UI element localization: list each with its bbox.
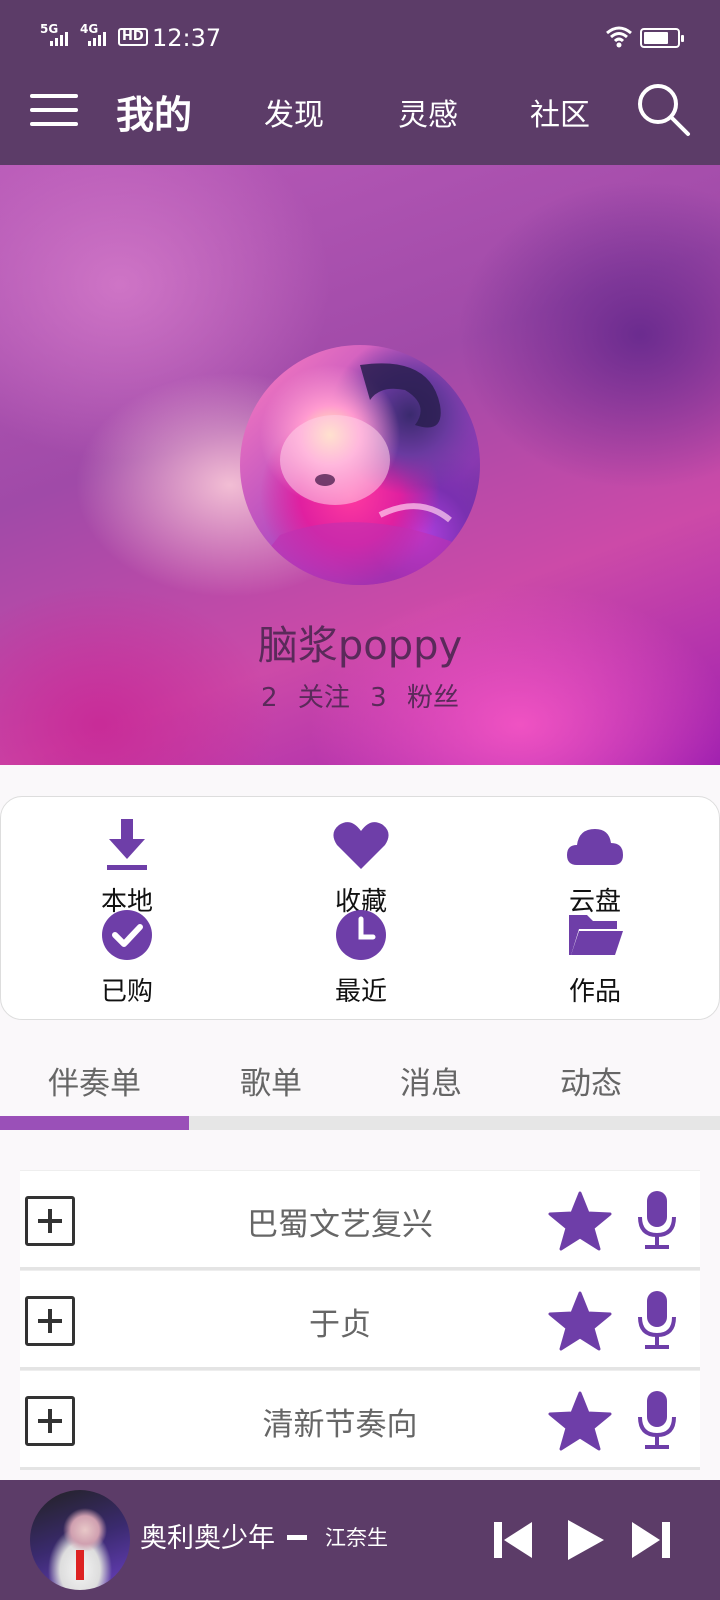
quick-cloud[interactable]: 云盘 [535, 817, 655, 918]
add-icon[interactable] [25, 1296, 75, 1346]
list-item-title[interactable]: 清新节奏向 [120, 1399, 560, 1444]
nav-tab-discover[interactable]: 发现 [264, 90, 324, 134]
quick-recent-label: 最近 [334, 977, 387, 1007]
song-separator [287, 1535, 307, 1540]
star-icon[interactable] [548, 1189, 612, 1253]
mini-player: 奥利奥少年 江奈生 [0, 1480, 720, 1600]
add-icon[interactable] [25, 1196, 75, 1246]
star-icon[interactable] [548, 1289, 612, 1353]
previous-icon[interactable] [486, 1512, 542, 1568]
quick-purchased-label: 已购 [100, 977, 153, 1007]
quick-recent[interactable]: 最近 [301, 907, 421, 1008]
star-icon[interactable] [548, 1389, 612, 1453]
tab-accompaniment-list[interactable]: 伴奏单 [48, 1058, 141, 1103]
quick-actions-panel: 本地 收藏 云盘 已购 最近 作品 [0, 796, 720, 1020]
sim2-signal-icon [88, 32, 106, 46]
search-icon[interactable] [636, 82, 692, 138]
sim1-signal-icon [50, 32, 68, 46]
cloud-icon [567, 829, 623, 865]
followers-count[interactable]: 3 [370, 683, 387, 713]
tab-playlist[interactable]: 歌单 [240, 1058, 302, 1103]
quick-favorites[interactable]: 收藏 [301, 817, 421, 918]
nav-tab-community[interactable]: 社区 [530, 90, 590, 134]
artist-name[interactable]: 江奈生 [325, 1522, 388, 1552]
check-circle-icon [102, 910, 152, 960]
nav-tab-inspiration[interactable]: 灵感 [398, 90, 458, 134]
song-title[interactable]: 奥利奥少年 [140, 1516, 275, 1555]
battery-icon [640, 28, 684, 48]
quick-purchased[interactable]: 已购 [67, 907, 187, 1008]
play-icon[interactable] [556, 1512, 612, 1568]
menu-icon[interactable] [30, 88, 78, 132]
add-icon[interactable] [25, 1396, 75, 1446]
tab-messages[interactable]: 消息 [400, 1058, 462, 1103]
top-nav: 我的 发现 灵感 社区 [0, 78, 720, 148]
microphone-icon[interactable] [635, 1389, 679, 1453]
tab-track [0, 1116, 720, 1130]
status-bar: 5G 4G HD 12:37 [0, 10, 720, 52]
follow-stats: 2 关注 3 粉丝 [0, 677, 720, 714]
tab-activity[interactable]: 动态 [560, 1058, 622, 1103]
album-cover[interactable] [30, 1490, 130, 1590]
profile-header: 脑浆poppy 2 关注 3 粉丝 [0, 165, 720, 765]
list-item[interactable]: 巴蜀文艺复兴 [20, 1170, 700, 1270]
hd-badge: HD [118, 28, 148, 46]
top-bar: 5G 4G HD 12:37 我的 发现 灵感 社区 [0, 0, 720, 165]
quick-works-label: 作品 [568, 977, 621, 1007]
clock-icon [336, 910, 386, 960]
download-icon [107, 819, 147, 870]
folder-icon [569, 915, 623, 955]
cover-art-detail [76, 1550, 84, 1580]
followers-label[interactable]: 粉丝 [407, 683, 459, 713]
microphone-icon[interactable] [635, 1289, 679, 1353]
heart-icon [333, 822, 389, 869]
accompaniment-list: 巴蜀文艺复兴 于贞清新节奏向 [20, 1170, 700, 1470]
avatar[interactable] [240, 345, 480, 585]
quick-works[interactable]: 作品 [535, 907, 655, 1008]
list-item[interactable]: 清新节奏向 [20, 1370, 700, 1470]
following-label[interactable]: 关注 [298, 683, 350, 713]
wifi-icon [606, 26, 632, 48]
quick-local[interactable]: 本地 [67, 817, 187, 918]
nav-tab-mine[interactable]: 我的 [116, 84, 192, 139]
avatar-art [240, 363, 480, 585]
next-icon[interactable] [622, 1512, 678, 1568]
username: 脑浆poppy [257, 623, 463, 669]
list-item-title[interactable]: 于贞 [120, 1299, 560, 1344]
list-item-title[interactable]: 巴蜀文艺复兴 [120, 1199, 560, 1244]
battery-level [644, 32, 668, 44]
following-count[interactable]: 2 [261, 683, 278, 713]
clock: 12:37 [152, 24, 222, 52]
tab-indicator [0, 1116, 189, 1130]
list-item[interactable]: 于贞 [20, 1270, 700, 1370]
microphone-icon[interactable] [635, 1189, 679, 1253]
